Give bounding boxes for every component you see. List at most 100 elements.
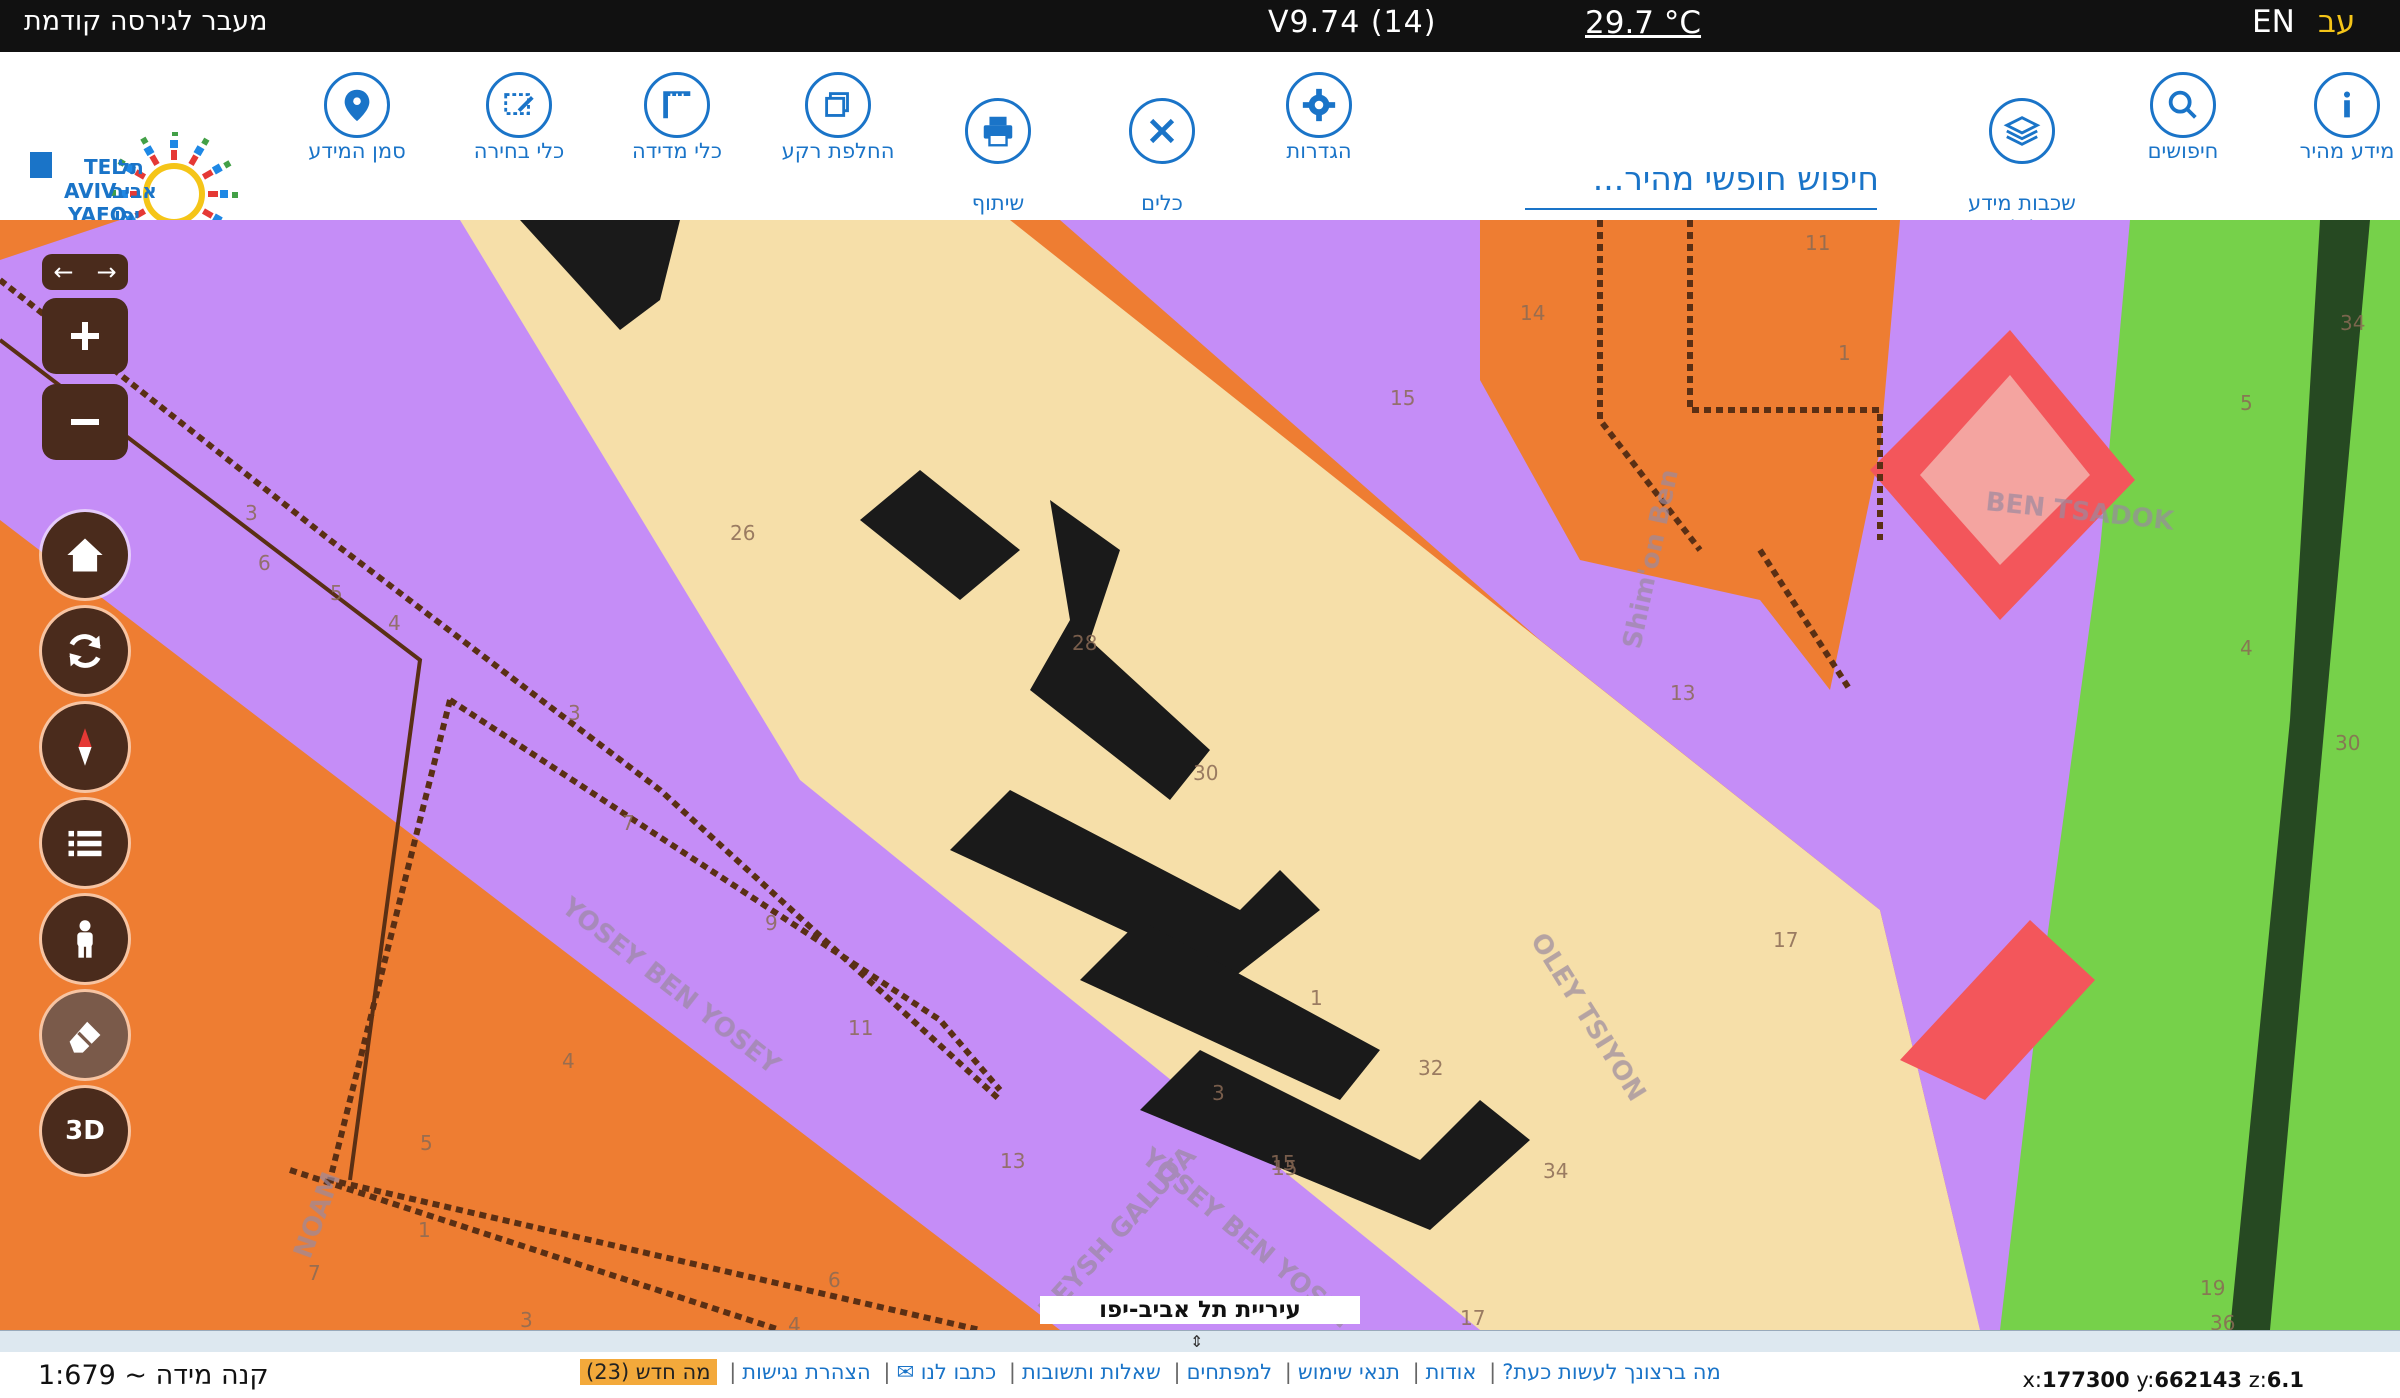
tool-quick-info[interactable]: מידע מהיר bbox=[2262, 52, 2400, 164]
refresh-icon bbox=[69, 634, 101, 668]
footer-link-contact[interactable]: כתבו לנו ✉ bbox=[896, 1360, 996, 1384]
divider: | bbox=[1284, 1360, 1292, 1384]
parcel-number: 9 bbox=[765, 911, 778, 935]
legend-button[interactable] bbox=[42, 800, 128, 886]
coord-z: 6.1 bbox=[2266, 1368, 2304, 1392]
refresh-button[interactable] bbox=[42, 608, 128, 694]
tool-label: סמן המידע bbox=[308, 139, 406, 163]
footer-link-developers[interactable]: למפתחים bbox=[1187, 1360, 1272, 1384]
parcel-number: 5 bbox=[330, 581, 343, 605]
eraser-button[interactable] bbox=[42, 992, 128, 1078]
tool-settings[interactable]: הגדרות bbox=[1234, 52, 1404, 164]
parcel-number: 1 bbox=[1310, 986, 1323, 1010]
language-en-button[interactable]: EN bbox=[2252, 4, 2295, 40]
footer-links: מה ברצונך לעשות כעת?| אודות| תנאי שימוש|… bbox=[580, 1359, 1721, 1385]
home-icon bbox=[67, 538, 103, 572]
plus-icon bbox=[71, 322, 99, 350]
parcel-number: 3 bbox=[520, 1308, 533, 1330]
printer-icon bbox=[965, 98, 1031, 164]
coord-x-label: x: bbox=[2022, 1368, 2042, 1392]
parcel-number: 26 bbox=[730, 521, 755, 545]
street-view-button[interactable] bbox=[42, 896, 128, 982]
parcel-number: 7 bbox=[308, 1261, 321, 1285]
language-he-button[interactable]: עב bbox=[2318, 4, 2355, 40]
coord-y: 662143 bbox=[2154, 1368, 2242, 1392]
top-bar: מעבר לגירסה קודמת V9.74 (14) 29.7 °C EN … bbox=[0, 0, 2400, 52]
tool-label: הגדרות bbox=[1286, 139, 1352, 163]
coord-z-label: z: bbox=[2248, 1368, 2267, 1392]
whats-new-badge[interactable]: מה חדש (23) bbox=[580, 1359, 717, 1385]
basemap-icon bbox=[805, 72, 871, 138]
tool-searches[interactable]: חיפושים bbox=[2098, 52, 2268, 164]
parcel-number: 11 bbox=[848, 1016, 873, 1040]
parcel-number: 30 bbox=[2335, 731, 2360, 755]
tools-icon bbox=[1129, 98, 1195, 164]
footer-link-about[interactable]: אודות bbox=[1426, 1360, 1477, 1384]
version-label: V9.74 (14) bbox=[1268, 5, 1437, 40]
back-arrow-icon[interactable]: ← bbox=[42, 254, 85, 290]
divider: | bbox=[1008, 1360, 1016, 1384]
parcel-number: 32 bbox=[1418, 1056, 1443, 1080]
resize-grip-icon[interactable]: ⇕ bbox=[1190, 1332, 1203, 1351]
parcel-number: 6 bbox=[828, 1268, 841, 1292]
home-button[interactable] bbox=[42, 512, 128, 598]
parcel-number: 7 bbox=[622, 811, 635, 835]
parcel-number: 1 bbox=[1838, 341, 1851, 365]
map-view[interactable]: YOSEY BEN YOSEY REYSH GALUTA OLEY TSIYON… bbox=[0, 220, 2400, 1330]
gear-icon bbox=[1286, 72, 1352, 138]
search-input[interactable] bbox=[1525, 152, 1881, 204]
panel-divider[interactable]: ⇕ bbox=[0, 1330, 2400, 1353]
info-icon bbox=[2314, 72, 2380, 138]
parcel-number: 3 bbox=[568, 701, 581, 725]
parcel-number: 6 bbox=[258, 551, 271, 575]
divider: | bbox=[1412, 1360, 1420, 1384]
pin-icon bbox=[324, 72, 390, 138]
footer-link-what-to-do[interactable]: מה ברצונך לעשות כעת? bbox=[1502, 1360, 1721, 1384]
footer-link-accessibility[interactable]: הצהרת נגישות bbox=[742, 1360, 870, 1384]
parcel-number: 34 bbox=[2340, 311, 2365, 335]
list-icon bbox=[68, 830, 102, 857]
parcel-number: 5 bbox=[2240, 391, 2253, 415]
divider: | bbox=[729, 1360, 737, 1384]
person-icon bbox=[77, 920, 93, 958]
footer-link-faq[interactable]: שאלות ותשובות bbox=[1022, 1360, 1161, 1384]
tool-measure[interactable]: כלי מדידה bbox=[592, 52, 762, 164]
zoom-in-button[interactable] bbox=[42, 298, 128, 374]
forward-arrow-icon[interactable]: → bbox=[85, 254, 128, 290]
parcel-number: 30 bbox=[1193, 761, 1218, 785]
municipal-emblem-icon bbox=[30, 152, 52, 178]
divider: | bbox=[1489, 1360, 1497, 1384]
map-footer-label: עיריית תל אביב-יפו bbox=[1040, 1296, 1360, 1324]
tool-select[interactable]: כלי בחירה bbox=[434, 52, 604, 164]
parcel-number: 17 bbox=[1773, 928, 1798, 952]
search-icon bbox=[2150, 72, 2216, 138]
ruler-icon bbox=[644, 72, 710, 138]
coord-x: 177300 bbox=[2041, 1368, 2130, 1392]
3d-button[interactable]: 3D bbox=[42, 1088, 128, 1174]
tool-basemap[interactable]: החלפת רקע bbox=[753, 52, 923, 164]
footer-link-terms[interactable]: תנאי שימוש bbox=[1298, 1360, 1400, 1384]
logo-he-top: תל bbox=[118, 155, 144, 179]
parcel-number: 3 bbox=[245, 501, 258, 525]
parcel-number: 4 bbox=[2240, 636, 2253, 660]
scale-label[interactable]: 1:679 ~ קנה מידה bbox=[38, 1360, 269, 1391]
previous-version-link[interactable]: מעבר לגירסה קודמת bbox=[24, 6, 268, 37]
layers-icon bbox=[1989, 98, 2055, 164]
tool-label: כלי מדידה bbox=[631, 139, 723, 163]
parcel-number: 3 bbox=[1212, 1081, 1225, 1105]
zoom-out-button[interactable] bbox=[42, 384, 128, 460]
parcel-number: 36 bbox=[2210, 1311, 2235, 1330]
divider: | bbox=[1173, 1360, 1181, 1384]
compass-button[interactable] bbox=[42, 704, 128, 790]
footer: 1:679 ~ קנה מידה מה ברצונך לעשות כעת?| א… bbox=[0, 1352, 2400, 1398]
parcel-number: 4 bbox=[788, 1313, 801, 1330]
minus-icon bbox=[71, 419, 99, 425]
tool-info-marker[interactable]: סמן המידע bbox=[272, 52, 442, 164]
temperature-link[interactable]: 29.7 °C bbox=[1585, 5, 1701, 41]
eraser-icon bbox=[69, 1021, 101, 1053]
parcel-number: 4 bbox=[562, 1049, 575, 1073]
compass-icon bbox=[78, 728, 92, 766]
parcel-number: 4 bbox=[388, 611, 401, 635]
parcel-number: 17 bbox=[1460, 1306, 1485, 1330]
select-icon bbox=[486, 72, 552, 138]
